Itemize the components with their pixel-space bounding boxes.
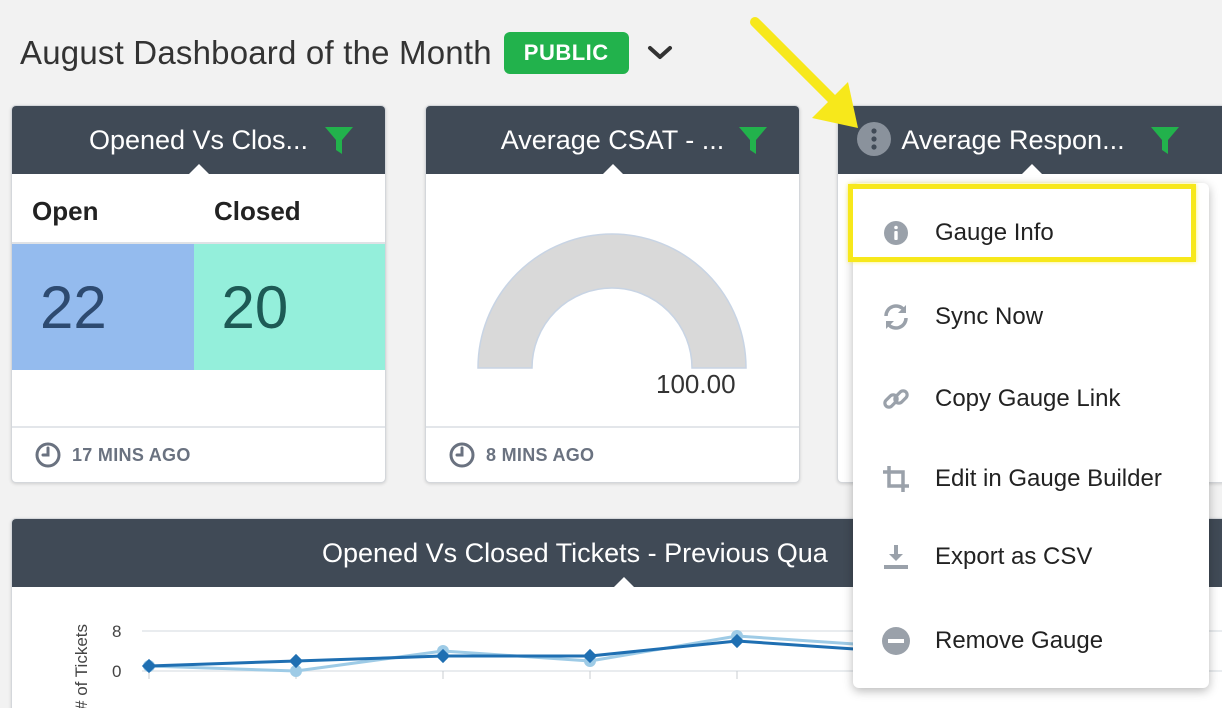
y-axis-label: # of Tickets [72, 624, 91, 708]
link-icon [881, 384, 911, 414]
menu-item-copy-link[interactable]: Copy Gauge Link [853, 369, 1209, 429]
gauge-chart: 100.00 [426, 174, 799, 424]
closed-count[interactable]: 20 [193, 244, 385, 370]
download-icon [881, 542, 911, 572]
menu-item-edit-builder[interactable]: Edit in Gauge Builder [853, 449, 1209, 509]
sync-icon [881, 302, 911, 332]
card-title: Opened Vs Closed Tickets - Previous Qua [322, 537, 828, 568]
y-tick-label: 8 [112, 622, 121, 641]
menu-item-export-csv[interactable]: Export as CSV [853, 527, 1209, 587]
card-title: Opened Vs Clos... [88, 124, 309, 155]
menu-item-remove-gauge[interactable]: Remove Gauge [853, 611, 1209, 671]
series-line [148, 634, 885, 673]
gauge-value: 100.00 [656, 369, 736, 399]
card-title: Average Respon... [901, 124, 1125, 155]
menu-item-label: Sync Now [935, 303, 1044, 330]
table-values: 22 20 [12, 244, 385, 370]
gauge-arc [477, 233, 747, 369]
more-vertical-icon[interactable] [856, 121, 892, 157]
remove-icon [881, 626, 911, 656]
card-footer: 17 MINS AGO [12, 426, 385, 482]
filter-icon[interactable] [1149, 124, 1181, 156]
clock-icon [449, 442, 475, 468]
card-footer: 8 MINS AGO [426, 426, 799, 482]
menu-item-label: Gauge Info [935, 219, 1054, 246]
open-count[interactable]: 22 [12, 244, 194, 370]
series-line [148, 639, 885, 668]
menu-item-label: Edit in Gauge Builder [935, 465, 1162, 492]
column-header-closed: Closed [214, 196, 301, 226]
gauge-options-menu: Gauge Info Sync Now Copy Gauge Link Edit… [853, 183, 1209, 688]
chevron-down-icon[interactable] [645, 38, 675, 68]
menu-item-sync-now[interactable]: Sync Now [853, 287, 1209, 347]
card-title: Average CSAT - ... [500, 124, 725, 155]
y-tick-label: 0 [112, 662, 121, 681]
menu-item-label: Copy Gauge Link [935, 385, 1121, 412]
filter-icon[interactable] [323, 124, 355, 156]
last-updated: 8 MINS AGO [486, 444, 595, 465]
last-updated: 17 MINS AGO [72, 444, 191, 465]
info-icon [881, 218, 911, 248]
menu-item-label: Export as CSV [935, 543, 1093, 570]
column-header-open: Open [32, 196, 99, 226]
public-badge[interactable]: PUBLIC [503, 32, 629, 74]
menu-item-gauge-info[interactable]: Gauge Info [853, 203, 1209, 263]
card-header: Average Respon... [838, 106, 1222, 175]
gauge-card-csat: Average CSAT - ... 100.00 8 MINS AGO [425, 105, 800, 483]
page-header: August Dashboard of the Month PUBLIC [20, 28, 675, 78]
filter-icon[interactable] [737, 124, 769, 156]
gauge-card-opened-closed: Opened Vs Clos... Open Closed 22 20 17 M… [11, 105, 386, 483]
data-point [288, 653, 304, 669]
page-title: August Dashboard of the Month [20, 34, 492, 71]
clock-icon [35, 442, 61, 468]
crop-icon [881, 464, 911, 494]
menu-item-label: Remove Gauge [935, 627, 1104, 654]
table-header: Open Closed [12, 174, 385, 244]
card-header: Opened Vs Clos... [12, 106, 385, 175]
card-header: Average CSAT - ... [426, 106, 799, 175]
